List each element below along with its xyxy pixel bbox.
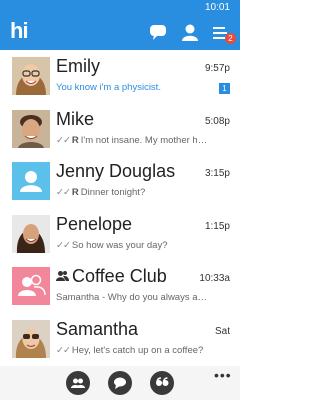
read-ticks-icon: ✓✓ bbox=[56, 239, 71, 251]
avatar bbox=[12, 162, 50, 200]
chat-preview: ✓✓ Hey, let's catch up on a coffee? bbox=[56, 345, 212, 356]
reply-mark: R bbox=[71, 187, 79, 198]
chat-icon[interactable] bbox=[148, 22, 168, 42]
chat-time: 10:33a bbox=[199, 273, 230, 284]
chat-preview: ✓✓ So how was your day? bbox=[56, 240, 212, 251]
preview-text: Samantha - Why do you always add... bbox=[56, 292, 212, 303]
chat-name: Samantha bbox=[56, 318, 139, 339]
chat-preview: Samantha - Why do you always add... bbox=[56, 292, 212, 303]
group-chat-icon bbox=[71, 378, 85, 388]
read-ticks-icon: ✓✓ bbox=[56, 134, 71, 146]
bottom-app-bar: ••• bbox=[0, 366, 240, 400]
user-icon[interactable] bbox=[180, 22, 200, 42]
chat-row-mike[interactable]: Mike 5:08p ✓✓ R I'm not insane. My mother … bbox=[0, 103, 240, 156]
avatar bbox=[12, 214, 50, 253]
menu-badge: 2 bbox=[225, 33, 236, 44]
chat-preview: ✓✓ R Dinner tonight? bbox=[56, 187, 212, 198]
chat-row-jenny-douglas[interactable]: Jenny Douglas 3:15p ✓✓ R Dinner tonight? bbox=[0, 155, 240, 208]
new-chat-icon bbox=[114, 377, 126, 389]
chat-time: Sat bbox=[214, 325, 230, 337]
group-icon bbox=[56, 270, 69, 281]
chat-row-penelope[interactable]: Penelope 1:15p ✓✓ So how was your day? bbox=[0, 208, 240, 261]
read-ticks-icon: ✓✓ bbox=[56, 344, 71, 356]
chat-time: 5:08p bbox=[204, 115, 230, 127]
avatar bbox=[12, 267, 50, 305]
chat-list: Emily 9:57p You know i'm a physicist. 1 … bbox=[0, 50, 240, 366]
preview-text: So how was your day? bbox=[71, 239, 168, 251]
new-chat-button[interactable] bbox=[108, 371, 132, 395]
read-ticks-icon: ✓✓ bbox=[56, 187, 71, 198]
avatar bbox=[12, 57, 50, 95]
chat-row-samantha[interactable]: Samantha Sat ✓✓ Hey, let's catch up on a … bbox=[0, 313, 240, 366]
preview-text: You know i'm a physicist. bbox=[56, 82, 161, 93]
quote-button[interactable] bbox=[150, 371, 174, 395]
app-logo: hi bbox=[10, 18, 29, 43]
chat-name: Emily bbox=[56, 56, 100, 76]
preview-text: Dinner tonight? bbox=[80, 187, 146, 198]
unread-count-badge: 1 bbox=[219, 83, 230, 94]
chat-name: Coffee Club bbox=[56, 266, 167, 287]
chat-time: 3:15p bbox=[204, 168, 230, 179]
reply-mark: R bbox=[71, 134, 79, 146]
chat-name: Mike bbox=[56, 108, 95, 129]
status-time: 10:01 bbox=[204, 2, 230, 13]
chat-time: 9:57p bbox=[204, 63, 230, 74]
preview-text: Hey, let's catch up on a coffee? bbox=[71, 344, 204, 356]
chat-time: 1:15p bbox=[204, 220, 230, 232]
chat-row-coffee-club[interactable]: Coffee Club 10:33a Samantha - Why do you… bbox=[0, 260, 240, 313]
chat-name: Penelope bbox=[56, 213, 133, 234]
chat-name: Jenny Douglas bbox=[56, 161, 176, 181]
preview-text: I'm not insane. My mother had... bbox=[80, 134, 212, 146]
status-bar: 10:01 bbox=[0, 0, 240, 16]
avatar bbox=[12, 319, 50, 358]
chat-name-text: Coffee Club bbox=[72, 266, 167, 286]
more-options-icon[interactable]: ••• bbox=[214, 367, 232, 383]
chat-preview: ✓✓ R I'm not insane. My mother had... bbox=[56, 135, 212, 146]
app-header: hi 2 bbox=[0, 16, 240, 50]
quote-icon bbox=[156, 377, 169, 386]
chat-preview: You know i'm a physicist. bbox=[56, 82, 212, 93]
chat-row-emily[interactable]: Emily 9:57p You know i'm a physicist. 1 bbox=[0, 50, 240, 103]
avatar bbox=[12, 109, 50, 148]
group-chat-button[interactable] bbox=[66, 371, 90, 395]
